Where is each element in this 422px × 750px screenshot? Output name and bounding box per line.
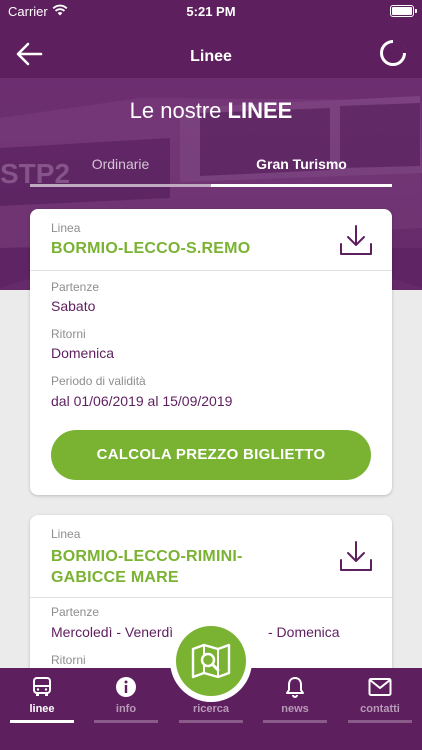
line-card: Linea BORMIO-LECCO-S.REMO Partenze Sabat… <box>30 209 392 495</box>
tab-news-label: news <box>281 703 309 715</box>
returns-value: Domenica <box>51 345 115 361</box>
navigation-bar: Linee <box>0 24 422 82</box>
download-icon[interactable] <box>338 539 374 573</box>
tab-gran-turismo[interactable]: Gran Turismo <box>211 156 392 172</box>
divider <box>30 597 392 598</box>
tab-ricerca-label: ricerca <box>192 703 230 715</box>
line-name-line-1: BORMIO-LECCO-RIMINI- <box>51 548 243 565</box>
tab-contatti[interactable]: contatti <box>338 668 422 728</box>
battery-icon <box>390 5 417 17</box>
map-search-icon <box>191 643 231 679</box>
status-bar: Carrier 5:21 PM <box>0 0 422 24</box>
line-label: Linea <box>51 527 81 541</box>
tab-ordinarie[interactable]: Ordinarie <box>30 156 211 172</box>
tab-linee[interactable]: linee <box>0 668 84 728</box>
section-heading-prefix: Le nostre <box>129 98 222 123</box>
departures-label: Partenze <box>51 605 100 619</box>
tab-contatti-label: contatti <box>360 703 400 715</box>
bell-icon <box>286 677 304 698</box>
section-heading: Le nostre LINEE <box>0 98 422 124</box>
validity-label: Periodo di validità <box>51 374 146 388</box>
returns-label: Ritorni <box>51 327 86 341</box>
page-title: Linee <box>190 48 232 65</box>
tab-ricerca-underline <box>179 720 243 723</box>
map-search-button[interactable] <box>176 626 246 696</box>
brand-logo-icon[interactable] <box>378 38 408 68</box>
bus-icon <box>33 677 51 696</box>
returns-label: Ritorni <box>51 653 86 667</box>
calculate-ticket-price-button[interactable]: CALCOLA PREZZO BIGLIETTO <box>51 430 371 480</box>
clock: 5:21 PM <box>186 4 236 19</box>
line-name: BORMIO-LECCO-S.REMO <box>51 240 251 257</box>
tab-info[interactable]: info <box>84 668 168 728</box>
validity-value: dal 01/06/2019 al 15/09/2019 <box>51 393 233 409</box>
tab-contatti-underline <box>348 720 412 723</box>
tab-news[interactable]: news <box>253 668 337 728</box>
line-name-line-2: GABICCE MARE <box>51 569 179 586</box>
tab-ordinarie-underline <box>30 184 211 187</box>
tab-linee-label: linee <box>29 703 55 715</box>
tab-gran-turismo-underline <box>211 184 392 187</box>
departures-value: Sabato <box>51 298 96 314</box>
departures-value-start: Mercoledì - Venerdì <box>51 624 174 640</box>
divider <box>30 270 392 271</box>
download-icon[interactable] <box>338 223 374 257</box>
tab-info-label: info <box>115 703 137 715</box>
line-type-tabs: Ordinarie Gran Turismo <box>30 152 392 188</box>
mail-icon <box>368 678 392 696</box>
tab-linee-underline <box>10 720 74 723</box>
departures-value-end: - Domenica <box>268 624 340 640</box>
line-label: Linea <box>51 221 81 235</box>
departures-label: Partenze <box>51 280 100 294</box>
tab-news-underline <box>263 720 327 723</box>
section-heading-bold: LINEE <box>227 98 293 123</box>
info-icon <box>116 677 136 697</box>
tab-info-underline <box>94 720 158 723</box>
